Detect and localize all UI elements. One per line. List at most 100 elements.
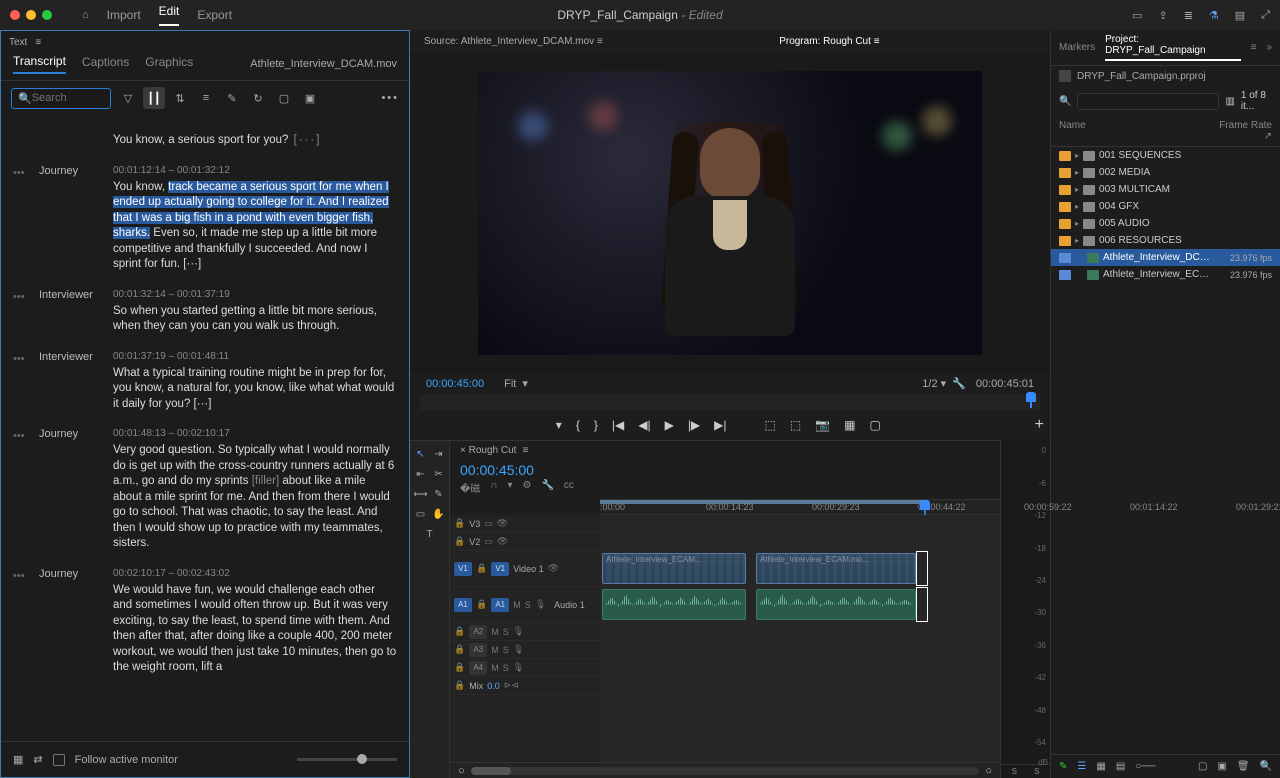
transcript-search[interactable]: 🔍: [11, 88, 111, 109]
playhead-icon[interactable]: [1026, 392, 1036, 402]
beaker-icon[interactable]: ⚗: [1209, 9, 1219, 22]
transcript-zoom-slider[interactable]: [297, 758, 397, 761]
export-frame-icon[interactable]: 📷: [815, 418, 830, 432]
go-to-out-icon[interactable]: ▶|: [714, 418, 726, 432]
track-target-a3[interactable]: A3: [469, 643, 487, 657]
pen-tool-icon[interactable]: ✎: [432, 487, 446, 501]
lock-icon[interactable]: 🔒: [454, 536, 465, 547]
sequence-tab[interactable]: × Rough Cut: [460, 445, 516, 456]
slip-tool-icon[interactable]: ⟷: [414, 487, 428, 501]
lift-icon[interactable]: ⬚: [765, 418, 776, 432]
disclosure-icon[interactable]: ▸: [1075, 219, 1079, 228]
disclosure-icon[interactable]: ▸: [1075, 151, 1079, 160]
in-point-icon[interactable]: {: [576, 418, 580, 432]
entry-text[interactable]: You know, a serious sport for you? [···]: [113, 133, 397, 149]
pen-color-icon[interactable]: ✎: [1059, 761, 1067, 772]
program-monitor-viewer[interactable]: [410, 53, 1050, 373]
program-timecode-left[interactable]: 00:00:45:00: [426, 378, 484, 390]
panel-menu-icon[interactable]: ≡: [597, 36, 603, 47]
tab-export[interactable]: Export: [197, 8, 232, 22]
toggle-output-icon[interactable]: ▭: [484, 518, 493, 529]
linked-selection-icon[interactable]: ∩: [490, 480, 497, 495]
track-target-a1[interactable]: A1: [491, 598, 509, 612]
transcript-more-icon[interactable]: •••: [381, 92, 399, 104]
selection-tool-icon[interactable]: ↖: [414, 447, 428, 461]
snap-icon[interactable]: �磁: [460, 480, 480, 495]
lock-icon[interactable]: 🔒: [454, 680, 465, 691]
sort-icon[interactable]: ⇅: [169, 87, 191, 109]
record-icon[interactable]: 🎙: [513, 644, 524, 655]
audio-clip[interactable]: [756, 589, 916, 620]
lock-icon[interactable]: 🔒: [454, 662, 465, 673]
bin-folder[interactable]: ▸001 SEQUENCES: [1051, 147, 1280, 164]
new-bin-icon[interactable]: ▢: [1198, 761, 1207, 772]
video-clip[interactable]: Athlete_Interview_ECAM...: [602, 553, 746, 584]
record-icon[interactable]: 🎙: [513, 662, 524, 673]
follow-monitor-checkbox[interactable]: [53, 754, 65, 766]
disclosure-icon[interactable]: ▸: [1075, 236, 1079, 245]
audio-clip[interactable]: [602, 589, 746, 620]
window-close-button[interactable]: [10, 10, 20, 20]
entry-text[interactable]: We would have fun, we would challenge ea…: [113, 583, 397, 676]
solo-left[interactable]: S: [1012, 767, 1017, 776]
filter-icon[interactable]: ▽: [117, 87, 139, 109]
out-point-icon[interactable]: }: [594, 418, 598, 432]
search-icon[interactable]: 🔍: [1260, 761, 1272, 772]
bin-clip[interactable]: Athlete_Interview_ECAM.m23.976 fps: [1051, 266, 1280, 283]
timeline-zoom-scrollbar[interactable]: [471, 767, 980, 775]
lock-icon[interactable]: 🔒: [454, 626, 465, 637]
bin-folder[interactable]: ▸006 RESOURCES: [1051, 232, 1280, 249]
record-icon[interactable]: 🎙: [513, 626, 524, 637]
track-target-v1[interactable]: V1: [491, 562, 509, 576]
timeline-timecode[interactable]: 00:00:45:00: [450, 460, 1000, 480]
entry-menu-icon[interactable]: •••: [13, 165, 29, 273]
panel-menu-icon[interactable]: ≡: [35, 37, 41, 48]
column-framerate[interactable]: Frame Rate ↗: [1212, 120, 1272, 142]
zoom-slider-icon[interactable]: ○──: [1135, 761, 1155, 772]
mute-button[interactable]: M: [513, 600, 521, 610]
eye-icon[interactable]: 👁: [497, 518, 508, 529]
lock-icon[interactable]: 🔒: [476, 599, 487, 610]
solo-button[interactable]: S: [525, 600, 531, 610]
fullscreen-icon[interactable]: ⤢: [1261, 9, 1270, 22]
ripple-tool-icon[interactable]: ⇤: [414, 467, 428, 481]
mix-value[interactable]: 0.0: [487, 681, 500, 691]
timeline-ruler[interactable]: :00:00 00:00:14:23 00:00:29:23 00:00:44:…: [600, 499, 1000, 515]
entry-menu-icon[interactable]: •••: [13, 289, 29, 335]
entry-text[interactable]: So when you started getting a little bit…: [113, 304, 397, 335]
rectangle-tool-icon[interactable]: ▭: [414, 507, 428, 521]
eye-icon[interactable]: 👁: [548, 563, 559, 574]
solo-button[interactable]: S: [503, 627, 509, 637]
cc-icon[interactable]: ▢: [273, 87, 295, 109]
window-minimize-button[interactable]: [26, 10, 36, 20]
wrench-icon[interactable]: 🔧: [541, 480, 553, 495]
entry-text[interactable]: Very good question. So typically what I …: [113, 443, 397, 552]
disclosure-icon[interactable]: ▸: [1075, 168, 1079, 177]
transcript-search-input[interactable]: [32, 92, 104, 104]
footer-icon-1[interactable]: ▦: [13, 753, 23, 766]
quick-export-icon[interactable]: ▭: [1132, 9, 1142, 22]
go-to-in-icon[interactable]: |◀: [612, 418, 624, 432]
step-forward-icon[interactable]: |▶: [688, 418, 700, 432]
button-editor-icon[interactable]: +: [1035, 416, 1044, 434]
panel-title-text[interactable]: Text: [9, 37, 27, 48]
marker-icon[interactable]: ▾: [507, 480, 512, 495]
eye-icon[interactable]: 👁: [497, 536, 508, 547]
extract-icon[interactable]: ⬚: [790, 418, 801, 432]
solo-button[interactable]: S: [503, 663, 509, 673]
type-tool-icon[interactable]: T: [423, 527, 437, 541]
timeline-lanes[interactable]: Athlete_Interview_ECAM... Athlete_Interv…: [600, 515, 1000, 762]
cc-toggle-icon[interactable]: cc: [564, 480, 574, 495]
settings-wrench-icon[interactable]: 🔧: [952, 377, 966, 390]
tab-import[interactable]: Import: [107, 8, 141, 22]
entry-text[interactable]: What a typical training routine might be…: [113, 366, 397, 413]
entry-menu-icon[interactable]: [13, 129, 29, 149]
mute-button[interactable]: M: [491, 627, 499, 637]
razor-tool-icon[interactable]: ✂: [432, 467, 446, 481]
transcript-list[interactable]: You know, a serious sport for you? [···]…: [1, 115, 409, 741]
bin-icon[interactable]: ▥: [1225, 96, 1234, 107]
panel-menu-icon[interactable]: ≡: [522, 445, 528, 456]
settings-icon[interactable]: ⚙: [522, 480, 531, 495]
solo-right[interactable]: S: [1034, 767, 1039, 776]
panel-menu-icon[interactable]: ≡: [874, 36, 880, 47]
